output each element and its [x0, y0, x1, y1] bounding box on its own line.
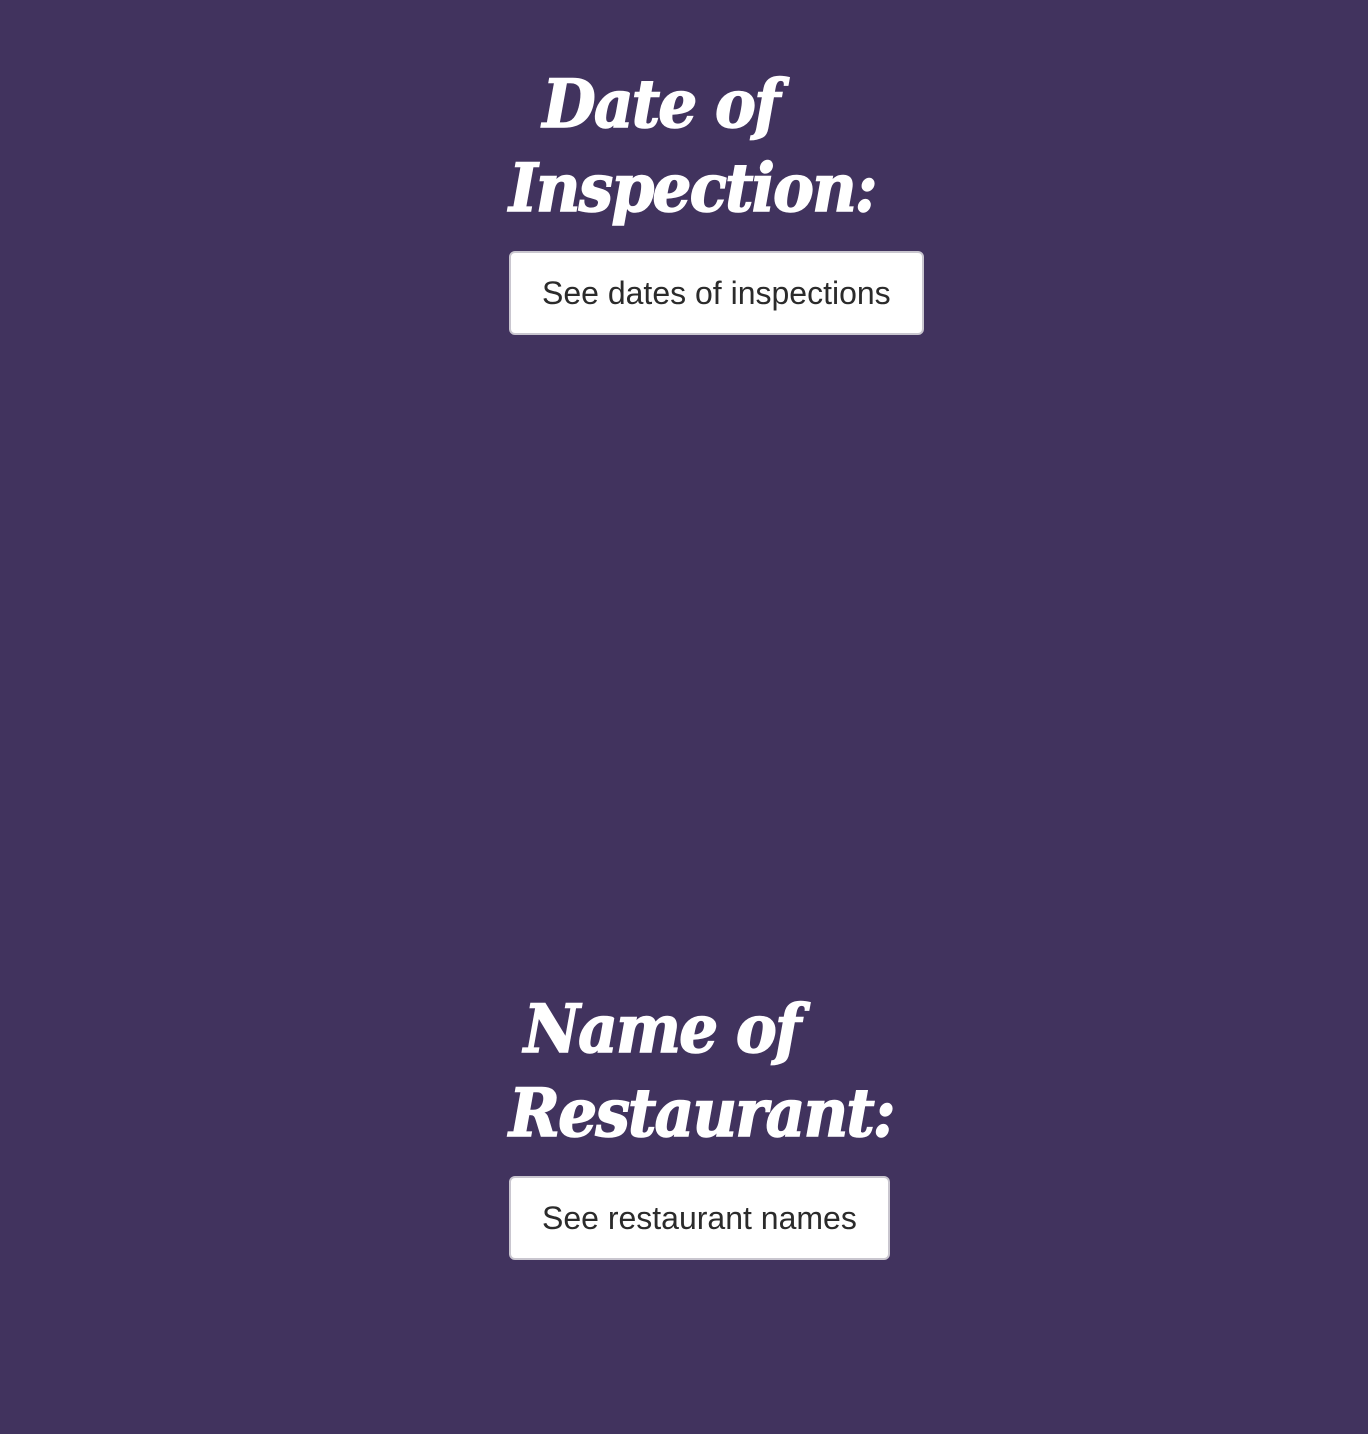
heading-line-2: Inspection: [508, 148, 878, 228]
name-of-restaurant-heading: Name of Restaurant: [508, 987, 896, 1155]
heading-line-1: Name of [523, 989, 802, 1069]
date-of-inspection-section: Date of Inspection: See dates of inspect… [508, 62, 924, 335]
name-of-restaurant-section: Name of Restaurant: See restaurant names [508, 987, 923, 1260]
heading-line-2: Restaurant: [508, 1073, 896, 1153]
heading-line-1: Date of [542, 64, 781, 144]
see-dates-button[interactable]: See dates of inspections [509, 251, 924, 335]
date-of-inspection-heading: Date of Inspection: [508, 62, 895, 230]
see-restaurant-names-button[interactable]: See restaurant names [509, 1176, 890, 1260]
